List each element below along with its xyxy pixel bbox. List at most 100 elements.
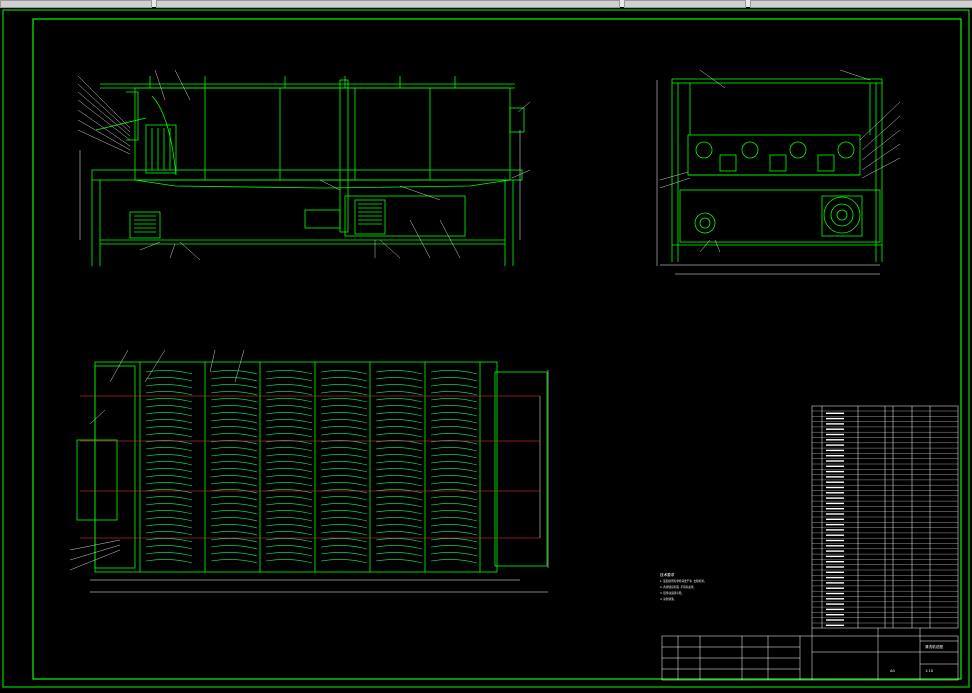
brush-curve [210, 503, 258, 508]
brush-curve [375, 391, 423, 396]
brush-curve [145, 510, 193, 515]
brush-curve [375, 545, 423, 550]
brush-curve [375, 454, 423, 459]
brush-curve [265, 552, 313, 557]
technical-notes: 技术要求 1. 装配前所有零件清洗干净, 去除毛刺。 2. 各焊缝应牢固, 不得… [660, 572, 706, 601]
brush-curve [320, 545, 368, 550]
brush-curve [430, 517, 478, 522]
brush-curve [320, 405, 368, 410]
brush-curve [430, 370, 478, 375]
brush-curve [320, 370, 368, 375]
brush-curve [320, 447, 368, 452]
brush-curve [210, 559, 258, 564]
brush-curve [375, 510, 423, 515]
brush-curve [145, 524, 193, 529]
table-row-entry [826, 555, 844, 558]
table-row-entry [826, 576, 844, 579]
table-row-entry [826, 486, 844, 489]
brush-curve [430, 510, 478, 515]
brush-curve [265, 496, 313, 501]
brush-curve [265, 405, 313, 410]
table-row-entry [826, 449, 844, 452]
brush-curve [210, 391, 258, 396]
brush-curve [265, 517, 313, 522]
brush-curve [320, 391, 368, 396]
brush-curve [145, 454, 193, 459]
front-view [79, 76, 525, 266]
brush-curve [320, 419, 368, 424]
table-row-entry [826, 470, 844, 473]
brush-curve [265, 370, 313, 375]
brush-curve [265, 426, 313, 431]
brush-curve [210, 398, 258, 403]
brush-curve [430, 454, 478, 459]
parts-list-entries [826, 412, 844, 626]
brush-curve [145, 384, 193, 389]
brush-curve [145, 468, 193, 473]
brush-curve [210, 538, 258, 543]
brush-curve [375, 482, 423, 487]
plan-centerlines [80, 395, 540, 539]
brush-curve [430, 384, 478, 389]
brush-curve [375, 412, 423, 417]
brush-curve [375, 419, 423, 424]
brush-curve [145, 433, 193, 438]
brush-curve [375, 447, 423, 452]
table-row-entry [826, 518, 844, 520]
table-row-entry [826, 614, 844, 616]
brush-curve [210, 517, 258, 522]
brush-curve [210, 552, 258, 557]
brush-curve [210, 461, 258, 466]
brush-curve [145, 503, 193, 508]
brush-curve [265, 412, 313, 417]
brush-curve [210, 531, 258, 536]
brush-curve [145, 391, 193, 396]
brush-curve [375, 398, 423, 403]
brush-curve [430, 552, 478, 557]
table-row-entry [826, 534, 844, 536]
brush-curve [145, 398, 193, 403]
brush-curve [320, 475, 368, 480]
brush-curve [265, 377, 313, 382]
cad-drawing-canvas[interactable]: 技术要求 1. 装配前所有零件清洗干净, 去除毛刺。 2. 各焊缝应牢固, 不得… [0, 7, 972, 693]
brush-curve [375, 496, 423, 501]
brush-curve [320, 454, 368, 459]
brush-curve [145, 559, 193, 564]
brush-curve [265, 524, 313, 529]
plan-brush-rows [145, 370, 478, 564]
table-row-entry [826, 545, 844, 547]
table-row-entry [826, 592, 844, 595]
brush-curve [320, 461, 368, 466]
table-row-entry [826, 582, 844, 584]
brush-curve [320, 538, 368, 543]
brush-curve [210, 384, 258, 389]
brush-curve [145, 370, 193, 375]
table-row-entry [826, 571, 844, 573]
brush-curve [145, 461, 193, 466]
brush-curve [265, 461, 313, 466]
brush-curve [265, 391, 313, 396]
brush-curve [210, 377, 258, 382]
brush-curve [320, 412, 368, 417]
table-row-entry [826, 529, 844, 531]
table-row-entry [826, 603, 844, 605]
brush-curve [265, 503, 313, 508]
brush-curve [265, 538, 313, 543]
brush-curve [145, 517, 193, 522]
table-row-entry [826, 433, 844, 436]
table-row-entry [826, 619, 844, 621]
table-row-entry [826, 566, 844, 568]
brush-curve [145, 419, 193, 424]
brush-curve [375, 552, 423, 557]
brush-curve [375, 461, 423, 466]
brush-curve [430, 412, 478, 417]
table-row-entry [826, 523, 844, 526]
brush-curve [265, 482, 313, 487]
brush-curve [145, 538, 193, 543]
table-row-entry [826, 417, 844, 420]
table-row-entry [826, 502, 844, 505]
brush-curve [375, 559, 423, 564]
brush-curve [210, 426, 258, 431]
brush-curve [375, 405, 423, 410]
brush-curve [265, 559, 313, 564]
